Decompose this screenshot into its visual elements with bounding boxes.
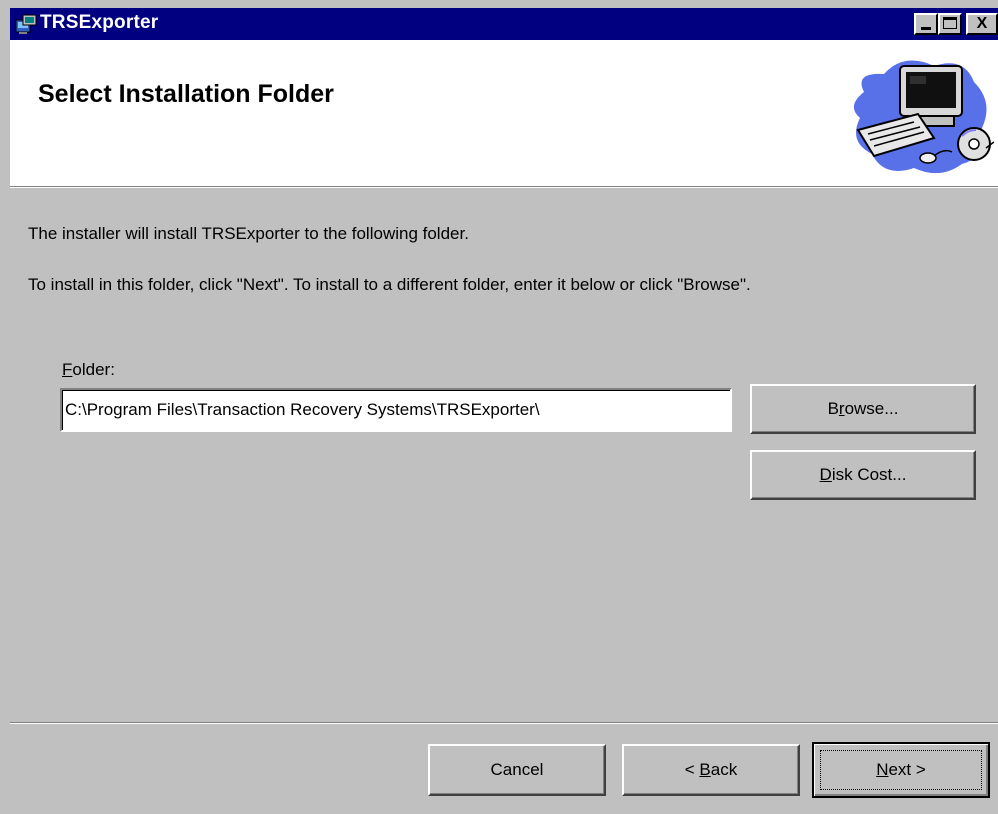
disk-cost-button-label: Disk Cost... xyxy=(819,465,907,484)
page-title: Select Installation Folder xyxy=(38,80,334,108)
installer-window: TRSExporter X Select Installation Folder xyxy=(0,0,998,814)
window-title: TRSExporter xyxy=(40,12,159,33)
next-button-label: Next > xyxy=(876,760,926,779)
minimize-button[interactable] xyxy=(914,13,938,35)
folder-label-accel: F xyxy=(62,360,73,379)
maximize-button[interactable] xyxy=(938,13,962,35)
folder-label-rest: older: xyxy=(72,360,115,379)
footer-divider-highlight xyxy=(10,723,998,724)
back-button[interactable]: < Back xyxy=(622,744,800,796)
computer-cd-icon xyxy=(853,60,994,174)
title-bar[interactable]: TRSExporter X xyxy=(10,8,998,40)
back-button-label: < Back xyxy=(684,760,738,779)
browse-button-label: Browse... xyxy=(827,399,899,418)
intro-text: The installer will install TRSExporter t… xyxy=(28,224,469,243)
folder-label: Folder: xyxy=(62,360,115,380)
minimize-icon xyxy=(921,27,931,30)
header-banner: Select Installation Folder xyxy=(10,40,998,186)
cancel-button-label: Cancel xyxy=(490,760,544,779)
cancel-button[interactable]: Cancel xyxy=(428,744,606,796)
next-button[interactable]: Next > xyxy=(812,742,990,798)
installer-app-icon xyxy=(15,14,37,34)
folder-path-input[interactable] xyxy=(60,388,732,432)
instruction-text: To install in this folder, click "Next".… xyxy=(28,275,751,294)
disk-cost-button[interactable]: Disk Cost... xyxy=(750,450,976,500)
browse-button[interactable]: Browse... xyxy=(750,384,976,434)
maximize-icon xyxy=(943,17,957,29)
close-button[interactable]: X xyxy=(966,13,998,35)
banner-divider-highlight xyxy=(10,187,998,188)
close-icon: X xyxy=(976,15,988,32)
